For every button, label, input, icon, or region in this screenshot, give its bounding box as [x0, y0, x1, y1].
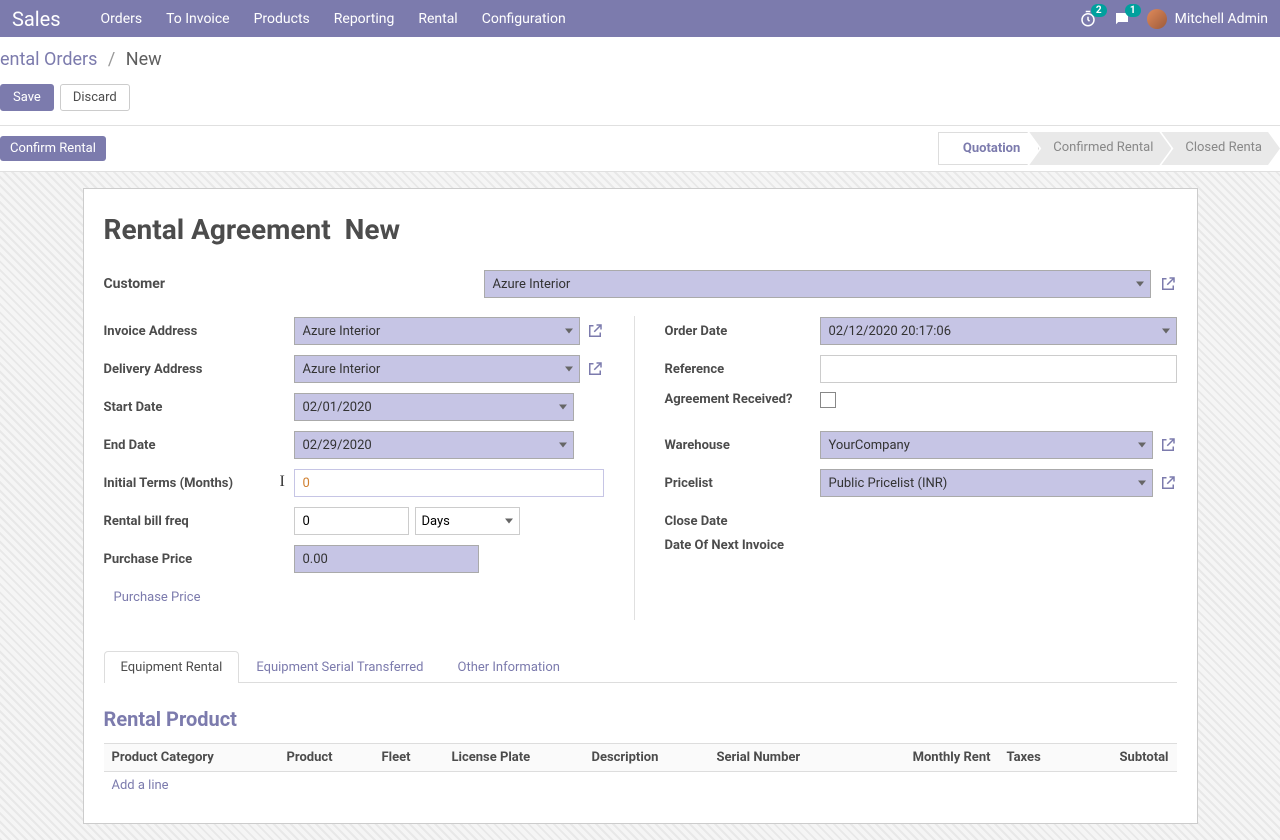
pricelist-link-icon[interactable]	[1159, 474, 1177, 492]
menu-reporting[interactable]: Reporting	[334, 11, 395, 27]
text-cursor-icon: I	[280, 473, 285, 491]
agreement-received-checkbox[interactable]	[820, 392, 836, 408]
timer-badge: 2	[1091, 4, 1107, 17]
tab-other-info[interactable]: Other Information	[441, 651, 577, 683]
stage-closed[interactable]: Closed Renta	[1161, 132, 1280, 165]
breadcrumb-sep: /	[108, 49, 115, 70]
chat-badge: 1	[1125, 4, 1141, 17]
initial-terms-input[interactable]	[294, 469, 604, 497]
purchase-price-label: Purchase Price	[104, 552, 294, 567]
table-row: Add a line	[104, 772, 1177, 800]
end-date-label: End Date	[104, 438, 294, 453]
tab-equipment-rental[interactable]: Equipment Rental	[104, 651, 240, 683]
warehouse-label: Warehouse	[665, 438, 820, 453]
start-date-label: Start Date	[104, 400, 294, 415]
main-menu: Orders To Invoice Products Reporting Ren…	[101, 11, 1079, 27]
stage-quotation[interactable]: Quotation	[938, 132, 1039, 165]
topbar-right: 2 1 Mitchell Admin	[1079, 9, 1268, 29]
add-line-link[interactable]: Add a line	[112, 778, 169, 793]
confirm-rental-button[interactable]: Confirm Rental	[0, 136, 106, 161]
close-date-label: Close Date	[665, 514, 820, 529]
tab-serial-transferred[interactable]: Equipment Serial Transferred	[239, 651, 440, 683]
start-date-input[interactable]: 02/01/2020	[294, 393, 574, 421]
agreement-received-label: Agreement Received?	[665, 392, 820, 409]
warehouse-link-icon[interactable]	[1159, 436, 1177, 454]
save-button[interactable]: Save	[0, 84, 54, 111]
order-date-label: Order Date	[665, 324, 820, 339]
col-product-category: Product Category	[104, 744, 279, 772]
customer-select[interactable]: Azure Interior	[484, 270, 1151, 298]
form-sheet: Rental Agreement New Customer Azure Inte…	[83, 188, 1198, 824]
col-fleet: Fleet	[374, 744, 444, 772]
menu-orders[interactable]: Orders	[101, 11, 143, 27]
avatar	[1147, 9, 1167, 29]
next-invoice-label: Date Of Next Invoice	[665, 538, 820, 555]
breadcrumb-current: New	[126, 49, 162, 70]
pricelist-label: Pricelist	[665, 476, 820, 491]
invoice-address-label: Invoice Address	[104, 324, 294, 339]
stage-confirmed[interactable]: Confirmed Rental	[1029, 132, 1171, 165]
brand-title: Sales	[12, 7, 61, 31]
user-menu[interactable]: Mitchell Admin	[1147, 9, 1268, 29]
discard-button[interactable]: Discard	[60, 84, 130, 111]
order-date-input[interactable]: 02/12/2020 20:17:06	[820, 317, 1177, 345]
rental-freq-number[interactable]	[294, 507, 409, 535]
invoice-address-select[interactable]: Azure Interior	[294, 317, 580, 345]
end-date-input[interactable]: 02/29/2020	[294, 431, 574, 459]
tab-bar: Equipment Rental Equipment Serial Transf…	[104, 650, 1177, 683]
page-title: Rental Agreement New	[104, 213, 1177, 246]
menu-products[interactable]: Products	[254, 11, 310, 27]
rental-freq-unit[interactable]: Days	[415, 507, 520, 535]
col-license-plate: License Plate	[444, 744, 584, 772]
stage-indicator: Quotation Confirmed Rental Closed Renta	[938, 132, 1280, 165]
rental-freq-label: Rental bill freq	[104, 514, 294, 529]
col-taxes: Taxes	[999, 744, 1074, 772]
breadcrumb: ental Orders / New	[0, 37, 1280, 78]
top-navbar: Sales Orders To Invoice Products Reporti…	[0, 0, 1280, 37]
delivery-address-link-icon[interactable]	[586, 360, 604, 378]
user-name: Mitchell Admin	[1175, 11, 1268, 27]
menu-configuration[interactable]: Configuration	[482, 11, 566, 27]
delivery-address-label: Delivery Address	[104, 362, 294, 377]
col-subtotal: Subtotal	[1074, 744, 1177, 772]
invoice-address-link-icon[interactable]	[586, 322, 604, 340]
delivery-address-select[interactable]: Azure Interior	[294, 355, 580, 383]
col-product: Product	[279, 744, 374, 772]
initial-terms-label: Initial Terms (Months)	[104, 476, 294, 491]
menu-rental[interactable]: Rental	[418, 11, 457, 27]
breadcrumb-parent[interactable]: ental Orders	[0, 49, 97, 70]
reference-input[interactable]	[820, 355, 1177, 383]
reference-label: Reference	[665, 362, 820, 377]
pricelist-select[interactable]: Public Pricelist (INR)	[820, 469, 1153, 497]
purchase-price-input[interactable]: 0.00	[294, 545, 479, 573]
menu-to-invoice[interactable]: To Invoice	[166, 11, 230, 27]
col-monthly-rent: Monthly Rent	[859, 744, 999, 772]
status-bar: Confirm Rental Quotation Confirmed Renta…	[0, 125, 1280, 172]
purchase-price-link[interactable]: Purchase Price	[104, 590, 201, 605]
warehouse-select[interactable]: YourCompany	[820, 431, 1153, 459]
col-serial-number: Serial Number	[709, 744, 859, 772]
col-description: Description	[584, 744, 709, 772]
customer-label: Customer	[104, 276, 484, 292]
timer-icon[interactable]: 2	[1079, 10, 1097, 28]
rental-product-table: Product Category Product Fleet License P…	[104, 743, 1177, 799]
rental-product-title: Rental Product	[104, 707, 1177, 731]
chat-icon[interactable]: 1	[1113, 10, 1131, 28]
record-actions: Save Discard	[0, 78, 1280, 125]
customer-external-link-icon[interactable]	[1159, 275, 1177, 293]
